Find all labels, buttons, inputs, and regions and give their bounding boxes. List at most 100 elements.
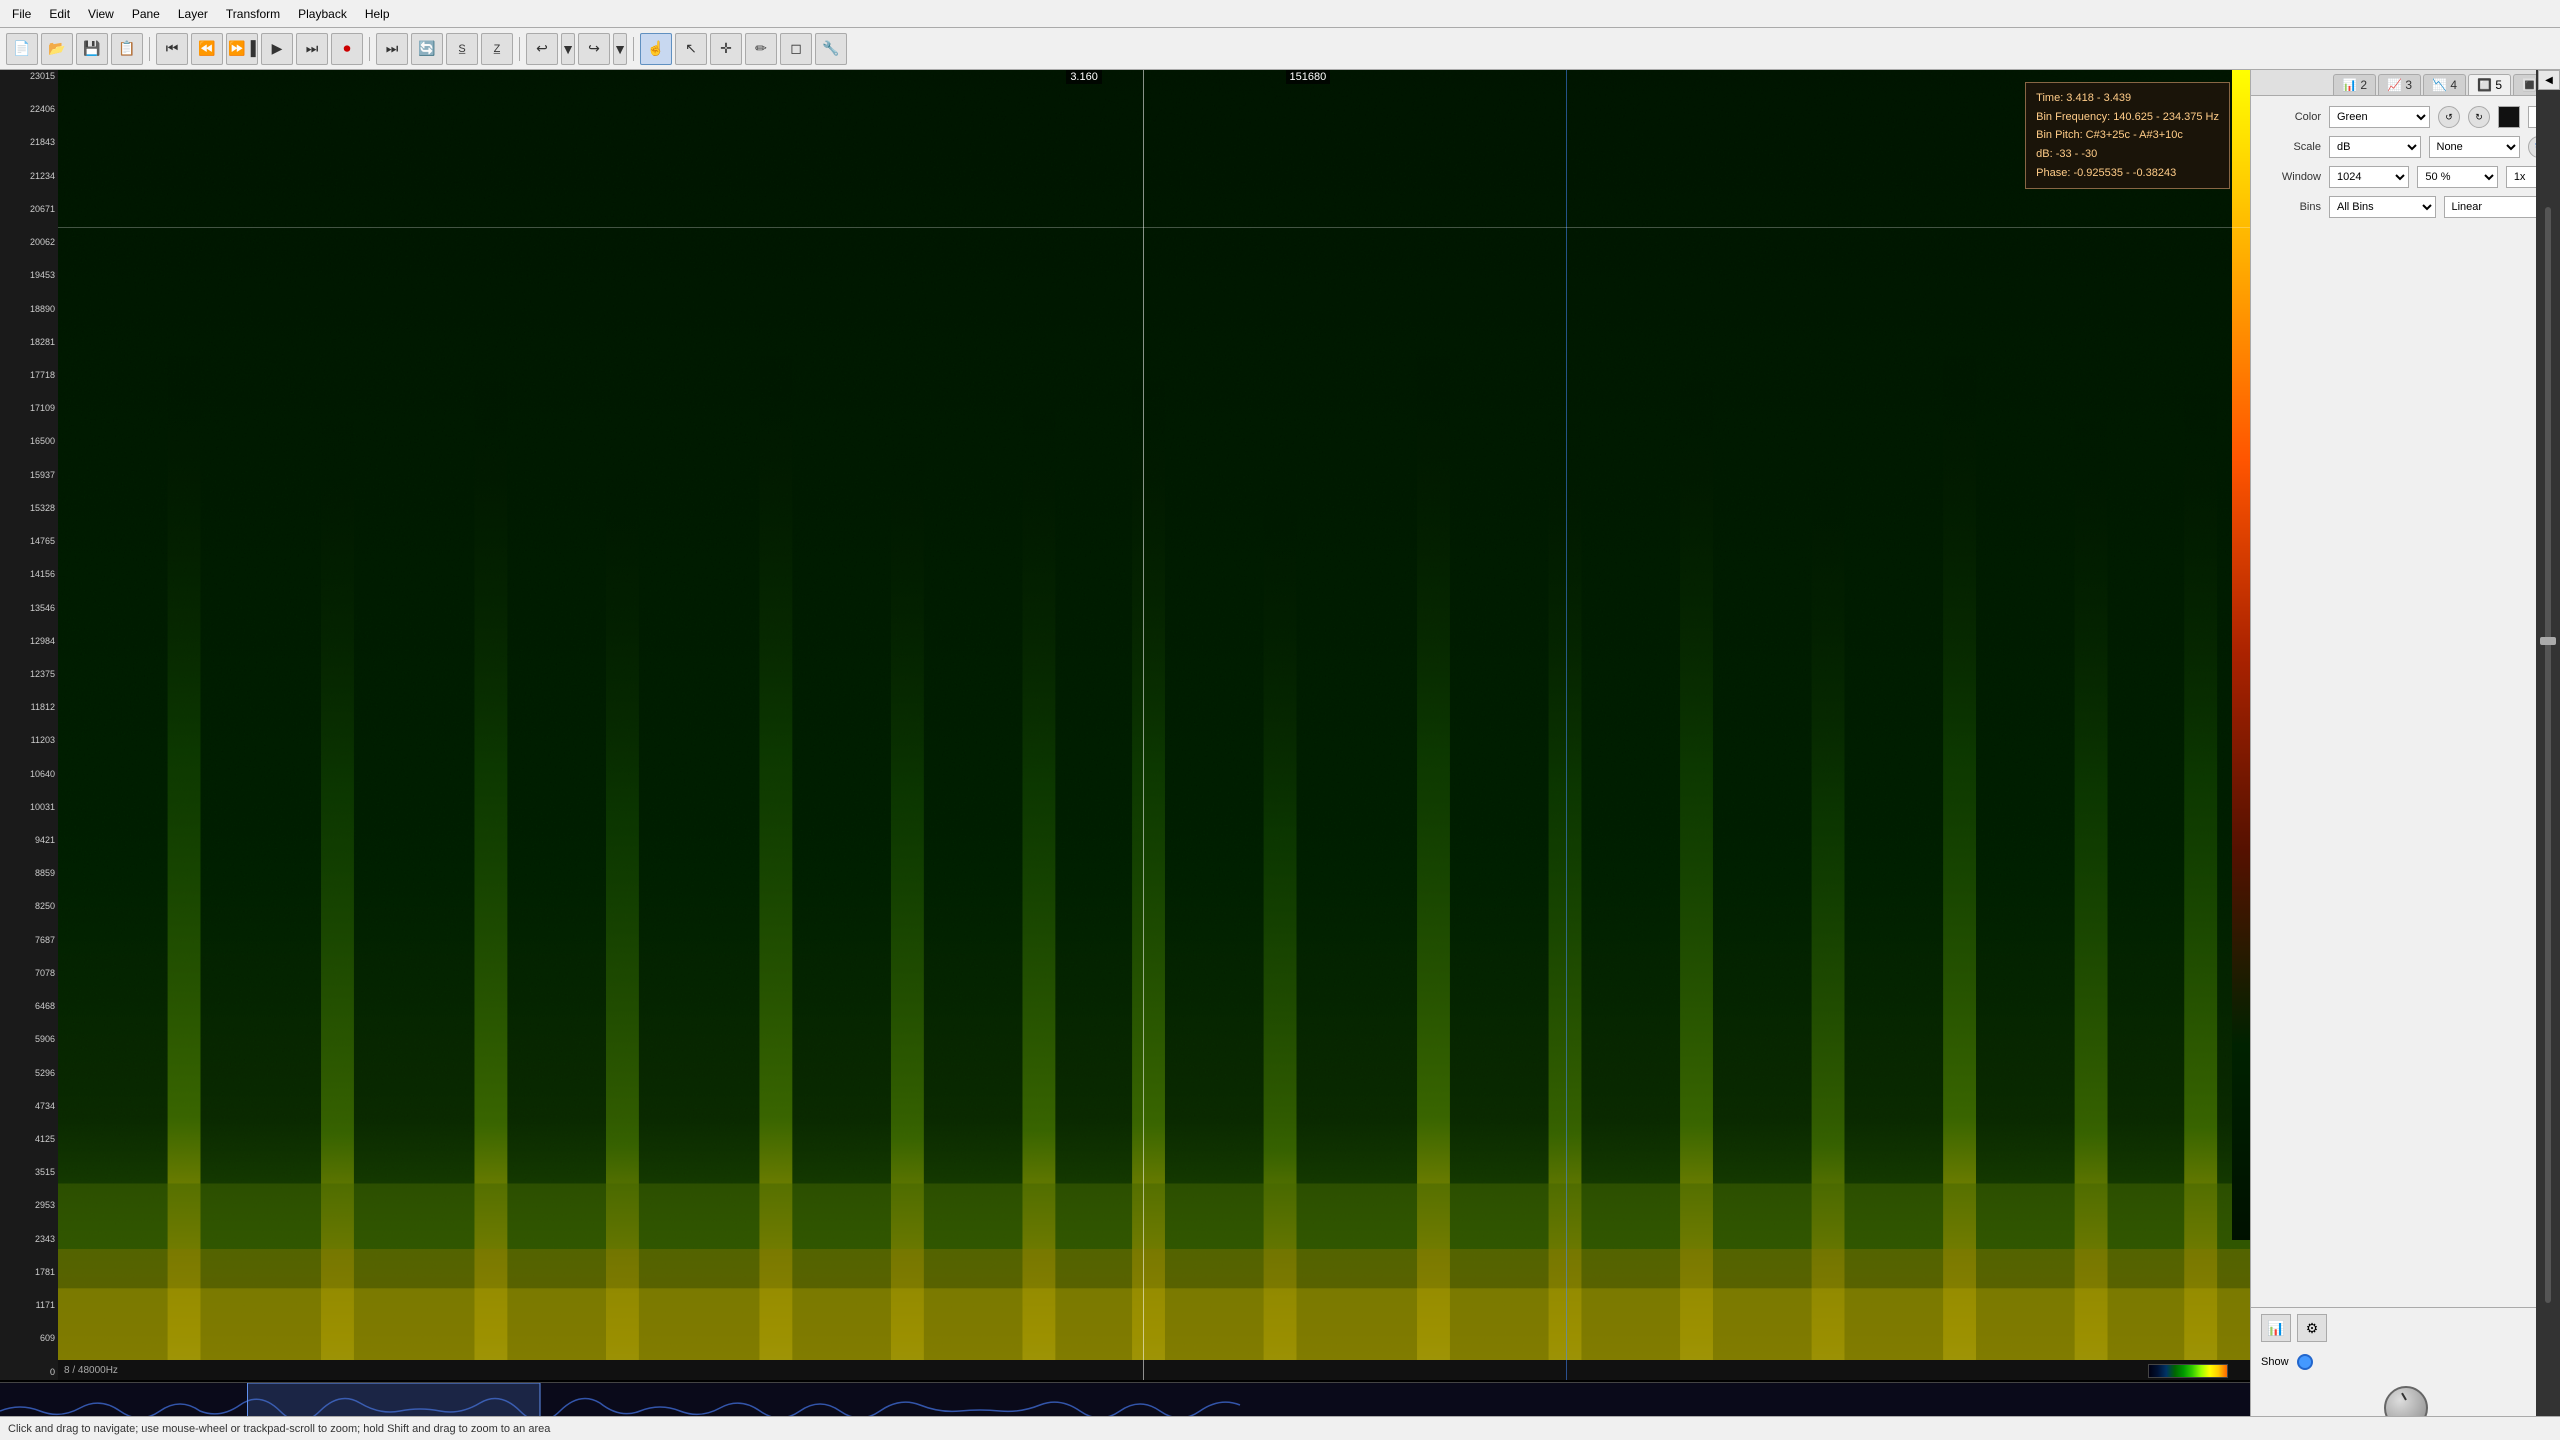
- redo-button[interactable]: ↪: [578, 33, 610, 65]
- save-button[interactable]: 💾: [76, 33, 108, 65]
- tab-3[interactable]: 📈 3: [2378, 74, 2421, 95]
- spectrogram-display[interactable]: 3.160 151680 Time: 3.418 - 3.439 Bin Fre…: [58, 70, 2250, 1380]
- new-button[interactable]: 📄: [6, 33, 38, 65]
- spectrogram-svg: [58, 70, 2250, 1380]
- show-label: Show: [2261, 1356, 2289, 1368]
- play-forward-button[interactable]: ⏩▐: [226, 33, 258, 65]
- tooltip-binpitch: Bin Pitch: C#3+25c - A#3+10c: [2036, 126, 2219, 145]
- color-row: Color Green ↺ ↻: [2261, 106, 2550, 128]
- tab-5-icon: 🔲: [2477, 78, 2492, 92]
- sample-rate-label: 8 / 48000Hz: [64, 1365, 118, 1376]
- settings-button[interactable]: ⚙: [2297, 1314, 2327, 1342]
- freq-label-8859: 8859: [0, 869, 58, 879]
- window-size-select[interactable]: 1024: [2329, 166, 2409, 188]
- bins-interp-select[interactable]: Linear: [2444, 196, 2551, 218]
- record-button[interactable]: ⏺: [331, 33, 363, 65]
- select-tool[interactable]: ☝: [640, 33, 672, 65]
- snap-button[interactable]: S̲: [446, 33, 478, 65]
- play-back-button[interactable]: ⏪: [191, 33, 223, 65]
- arrow-tool[interactable]: ↖: [675, 33, 707, 65]
- color-reset-btn[interactable]: ↺: [2438, 106, 2460, 128]
- freq-label-10640: 10640: [0, 770, 58, 780]
- sep4: [633, 37, 634, 61]
- play-start-button[interactable]: ⏮: [156, 33, 188, 65]
- redo-dropdown[interactable]: ▼: [613, 33, 627, 65]
- vol-thumb[interactable]: [2540, 637, 2556, 645]
- move-tool[interactable]: ✛: [710, 33, 742, 65]
- tab-4[interactable]: 📉 4: [2423, 74, 2466, 95]
- snap2-button[interactable]: Z̲: [481, 33, 513, 65]
- color-scale-container: [2230, 70, 2250, 1320]
- bins-select[interactable]: All Bins: [2329, 196, 2436, 218]
- freq-label-17718: 17718: [0, 371, 58, 381]
- panel-collapse-button[interactable]: ◀: [2538, 70, 2560, 90]
- spectrogram-area[interactable]: 0 609 1171 1781 2343 2953 3515 4125 4734…: [0, 70, 2250, 1440]
- menu-help[interactable]: Help: [357, 4, 398, 24]
- erase-tool[interactable]: ◻: [780, 33, 812, 65]
- freq-label-10031: 10031: [0, 803, 58, 813]
- freq-label-609: 609: [0, 1334, 58, 1344]
- cursor-line-horizontal: [58, 227, 2250, 228]
- tab-4-icon: 📉: [2432, 78, 2447, 92]
- freq-label-11812: 11812: [0, 703, 58, 713]
- cursor-time-label2: 151680: [1286, 70, 1331, 84]
- sep1: [149, 37, 150, 61]
- panel-spacer: [2251, 228, 2560, 1307]
- loop-button[interactable]: 🔄: [411, 33, 443, 65]
- pencil-tool[interactable]: ✏: [745, 33, 777, 65]
- menu-edit[interactable]: Edit: [41, 4, 78, 24]
- toolbar: 📄 📂 💾 📋 ⏮ ⏪ ⏩▐ ▶ ⏭ ⏺ ⏭ 🔄 S̲ Z̲ ↩ ▼ ↪ ▼ ☝…: [0, 28, 2560, 70]
- bar-chart-button[interactable]: 📊: [2261, 1314, 2291, 1342]
- frequency-axis: 0 609 1171 1781 2343 2953 3515 4125 4734…: [0, 70, 58, 1380]
- tab-2-icon: 📊: [2342, 78, 2357, 92]
- tab-3-icon: 📈: [2387, 78, 2402, 92]
- undo-button[interactable]: ↩: [526, 33, 558, 65]
- cursor-line-vertical1: [1143, 70, 1144, 1380]
- properties-panel: Color Green ↺ ↻ Scale dB None ↻: [2251, 96, 2560, 228]
- play-button[interactable]: ▶: [261, 33, 293, 65]
- freq-label-6468: 6468: [0, 1002, 58, 1012]
- volume-slider[interactable]: [2536, 70, 2560, 1440]
- tab-3-label: 3: [2405, 78, 2412, 92]
- window-pct-select[interactable]: 50 %: [2417, 166, 2497, 188]
- scale-row: Scale dB None ↻: [2261, 136, 2550, 158]
- dial-tick: [2401, 1393, 2407, 1401]
- freq-label-1171: 1171: [0, 1301, 58, 1311]
- color-select[interactable]: Green: [2329, 106, 2430, 128]
- save-as-button[interactable]: 📋: [111, 33, 143, 65]
- menu-file[interactable]: File: [4, 4, 39, 24]
- sep2: [369, 37, 370, 61]
- wand-tool[interactable]: 🔧: [815, 33, 847, 65]
- undo-dropdown[interactable]: ▼: [561, 33, 575, 65]
- freq-label-15937: 15937: [0, 471, 58, 481]
- freq-label-2953: 2953: [0, 1201, 58, 1211]
- menu-playback[interactable]: Playback: [290, 4, 355, 24]
- freq-label-5906: 5906: [0, 1035, 58, 1045]
- color-black-btn[interactable]: [2498, 106, 2520, 128]
- tooltip-db: dB: -33 - -30: [2036, 145, 2219, 164]
- freq-label-4734: 4734: [0, 1102, 58, 1112]
- tooltip-binfreq: Bin Frequency: 140.625 - 234.375 Hz: [2036, 108, 2219, 127]
- vol-track: [2545, 207, 2551, 1303]
- freq-label-4125: 4125: [0, 1135, 58, 1145]
- open-file-button[interactable]: 📂: [41, 33, 73, 65]
- scale-none-select[interactable]: None: [2429, 136, 2521, 158]
- scale-select[interactable]: dB: [2329, 136, 2421, 158]
- freq-label-14156: 14156: [0, 570, 58, 580]
- color-sync-btn[interactable]: ↻: [2468, 106, 2490, 128]
- tab-5[interactable]: 🔲 5: [2468, 74, 2511, 95]
- freq-label-12984: 12984: [0, 637, 58, 647]
- menu-view[interactable]: View: [80, 4, 122, 24]
- show-indicator[interactable]: [2297, 1354, 2313, 1370]
- menu-pane[interactable]: Pane: [124, 4, 168, 24]
- menu-transform[interactable]: Transform: [218, 4, 288, 24]
- tab-6-icon: 🔳: [2522, 78, 2537, 92]
- color-palette-bar: [2148, 1364, 2228, 1378]
- menu-layer[interactable]: Layer: [170, 4, 216, 24]
- tab-2-label: 2: [2360, 78, 2367, 92]
- freq-label-7078: 7078: [0, 969, 58, 979]
- tab-2[interactable]: 📊 2: [2333, 74, 2376, 95]
- play-end-button[interactable]: ⏭: [296, 33, 328, 65]
- go-button[interactable]: ⏭: [376, 33, 408, 65]
- freq-label-19453: 19453: [0, 271, 58, 281]
